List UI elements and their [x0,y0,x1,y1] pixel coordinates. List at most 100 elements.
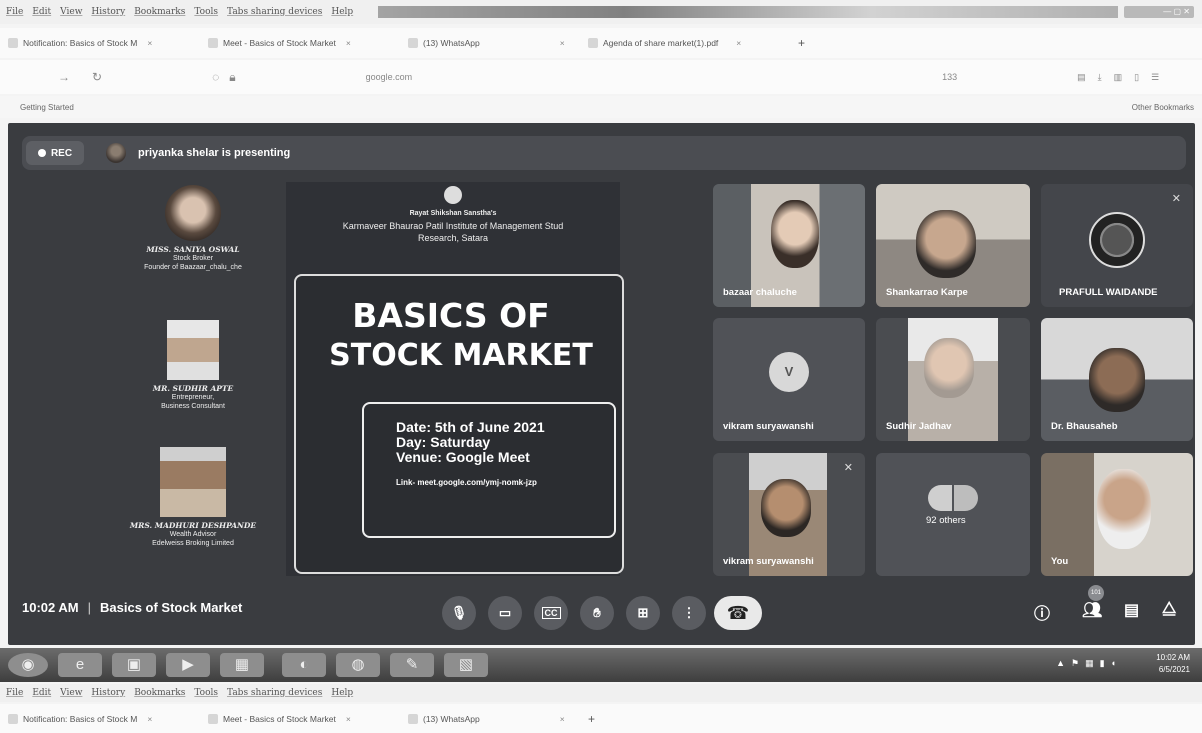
menu-tools[interactable]: Tools [194,7,218,17]
tab-agenda-pdf[interactable]: Agenda of share market(1).pdf × [580,28,790,58]
menu-help[interactable]: Help [331,688,353,698]
menu-tabs-sharing[interactable]: Tabs sharing devices [227,688,322,698]
new-tab-button[interactable]: + [580,704,603,733]
system-clock[interactable]: 10:02 AM 6/5/2021 [1156,652,1190,676]
presenting-bar: REC priyanka shelar is presenting [22,136,1186,170]
captions-button[interactable]: CC [534,596,568,630]
microphone-icon: 🎙︎ [450,605,468,620]
participant-name: Sudhir Jadhav [886,421,952,432]
tab-close-button[interactable]: × [346,38,351,48]
new-tab-button[interactable]: + [790,28,813,58]
menu-history[interactable]: History [91,688,125,698]
menu-bookmarks[interactable]: Bookmarks [134,688,185,698]
speaker-role: Wealth Advisor [169,531,217,538]
tab-meet[interactable]: Meet - Basics of Stock Market × [200,28,400,58]
speakers-column: MISS. SANIYA OSWAL Stock Broker Founder … [108,185,278,585]
paint-icon[interactable]: ✎ [390,653,434,677]
menu-tools[interactable]: Tools [194,688,218,698]
firefox-icon[interactable]: ◍ [336,653,380,677]
tab-notification[interactable]: Notification: Basics of Stock M × [0,704,200,733]
chat-icon[interactable]: ▤ [1124,600,1139,620]
tray-icons[interactable]: ▲⚑▦▮◖ [1056,658,1122,669]
info-icon[interactable]: ⓘ [1034,600,1050,624]
microphone-button[interactable]: 🎙︎ [442,596,476,630]
tab-label: Agenda of share market(1).pdf [603,38,719,48]
toolbar-icons[interactable]: ▤⤓▥▯☰ [1077,72,1171,83]
app-icon-2[interactable]: ▧ [444,653,488,677]
folder-icon[interactable]: ▣ [112,653,156,677]
participant-face [771,200,819,268]
camera-button[interactable]: ▭ [488,596,522,630]
activities-icon[interactable]: ⧋ [1162,600,1176,618]
menu-file[interactable]: File [6,7,23,17]
ie-icon[interactable]: e [58,653,102,677]
bookmark-getting-started[interactable]: Getting Started [20,103,74,112]
pdf-icon [588,38,598,48]
os-taskbar: ◉ e ▣ ▶ ▦ ◐ ◍ ✎ ▧ ▲⚑▦▮◖ 10:02 AM 6/5/202… [0,648,1202,682]
present-button[interactable]: ⊞ [626,596,660,630]
browser-icon[interactable]: ◐ [282,653,326,677]
tab-close-button[interactable]: × [560,38,565,48]
speaker-2: MR. SUDHIR APTE Entrepreneur, Business C… [108,320,278,411]
participant-tile[interactable]: 92 others [876,453,1030,576]
menu-edit[interactable]: Edit [32,7,51,17]
navigation-bar: → ↻ ◌ 🔒︎ google.com 133 ▤⤓▥▯☰ [0,60,1202,94]
tab-close-button[interactable]: × [736,38,741,48]
menu-bookmarks[interactable]: Bookmarks [134,7,185,17]
tab-whatsapp[interactable]: (13) WhatsApp × [400,28,580,58]
bookmark-other[interactable]: Other Bookmarks [1132,103,1194,112]
menu-file[interactable]: File [6,688,23,698]
bookmarks-bar: Getting Started Other Bookmarks [0,96,1202,118]
tab-close-button[interactable]: × [147,38,152,48]
participant-tile[interactable]: V vikram suryawanshi [713,318,865,441]
tab-close-button[interactable]: × [560,714,565,724]
speaker-role: Founder of Baazaar_chalu_che [144,264,242,271]
meeting-title: Basics of Stock Market [100,600,243,615]
menu-history[interactable]: History [91,7,125,17]
participant-tile[interactable]: Shankarrao Karpe [876,184,1030,307]
shared-slide: Rayat Shikshan Sanstha's Karmaveer Bhaur… [286,182,624,576]
people-icon[interactable]: 👥︎ [1082,600,1102,620]
participant-name: PRAFULL WAIDANDE [1059,287,1158,298]
media-icon[interactable]: ▶ [166,653,210,677]
participant-name: vikram suryawanshi [723,421,814,432]
slide-title-line-1: BASICS OF [352,296,550,335]
tab-whatsapp[interactable]: (13) WhatsApp × [400,704,580,733]
participant-tile[interactable]: ✕ PRAFULL WAIDANDE [1041,184,1193,307]
zoom-level[interactable]: 133 [942,72,957,82]
lock-icon: 🔒︎ [229,69,236,84]
participant-tile[interactable]: Sudhir Jadhav [876,318,1030,441]
participant-tile[interactable]: bazaar chaluche [713,184,865,307]
org-line-1: Rayat Shikshan Sanstha's [409,210,497,217]
tab-notification[interactable]: Notification: Basics of Stock M × [0,28,200,58]
address-field[interactable]: google.com [366,72,413,82]
menu-edit[interactable]: Edit [32,688,51,698]
participant-tile-self[interactable]: You [1041,453,1193,576]
app-icon[interactable]: ▦ [220,653,264,677]
network-avatar-icon [1089,212,1145,268]
participant-tile[interactable]: ✕ vikram suryawanshi [713,453,865,576]
tab-close-button[interactable]: × [147,714,152,724]
window-controls[interactable]: — ▢ ✕ [1124,6,1194,18]
forward-icon[interactable]: → [58,70,70,84]
menu-tabs-sharing[interactable]: Tabs sharing devices [227,7,322,17]
slide-title-box: BASICS OF STOCK MARKET Date: 5th of June… [294,274,624,574]
participant-tile[interactable]: Dr. Bhausaheb [1041,318,1193,441]
menu-view[interactable]: View [60,688,82,698]
raise-hand-button[interactable]: ✋︎ [580,596,614,630]
more-options-button[interactable]: ⋮ [672,596,706,630]
reload-icon[interactable]: ↻ [92,70,102,84]
tab-close-button[interactable]: × [346,714,351,724]
start-button[interactable]: ◉ [8,653,48,677]
org-line-2: Karmaveer Bhaurao Patil Institute of Man… [342,221,564,231]
org-header: Rayat Shikshan Sanstha's Karmaveer Bhaur… [286,186,620,244]
tab-meet[interactable]: Meet - Basics of Stock Market × [200,704,400,733]
menu-view[interactable]: View [60,7,82,17]
speaker-1: MISS. SANIYA OSWAL Stock Broker Founder … [108,185,278,272]
menu-help[interactable]: Help [331,7,353,17]
speaker-role: Business Consultant [161,403,225,410]
event-info-box: Date: 5th of June 2021 Day: Saturday Ven… [362,402,616,538]
record-dot-icon [37,149,46,157]
leave-call-button[interactable]: ☎︎ [714,596,762,630]
recording-indicator: REC [26,141,84,165]
